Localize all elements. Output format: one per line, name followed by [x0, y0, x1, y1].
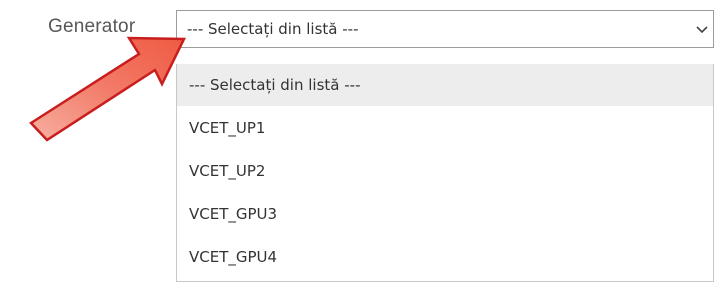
generator-label: Generator — [48, 16, 136, 37]
dropdown-option-vcet-gpu3[interactable]: VCET_GPU3 — [177, 193, 713, 235]
dropdown-option-vcet-gpu4[interactable]: VCET_GPU4 — [177, 236, 713, 278]
dropdown-option-placeholder[interactable]: --- Selectați din listă --- — [177, 64, 713, 106]
generator-select-value: --- Selectați din listă --- — [187, 20, 359, 38]
dropdown-option-vcet-up2[interactable]: VCET_UP2 — [177, 150, 713, 192]
generator-select[interactable]: --- Selectați din listă --- — [176, 10, 714, 48]
chevron-down-icon — [696, 26, 708, 34]
dropdown-option-vcet-up1[interactable]: VCET_UP1 — [177, 107, 713, 149]
generator-dropdown-list: --- Selectați din listă --- VCET_UP1 VCE… — [176, 64, 714, 282]
